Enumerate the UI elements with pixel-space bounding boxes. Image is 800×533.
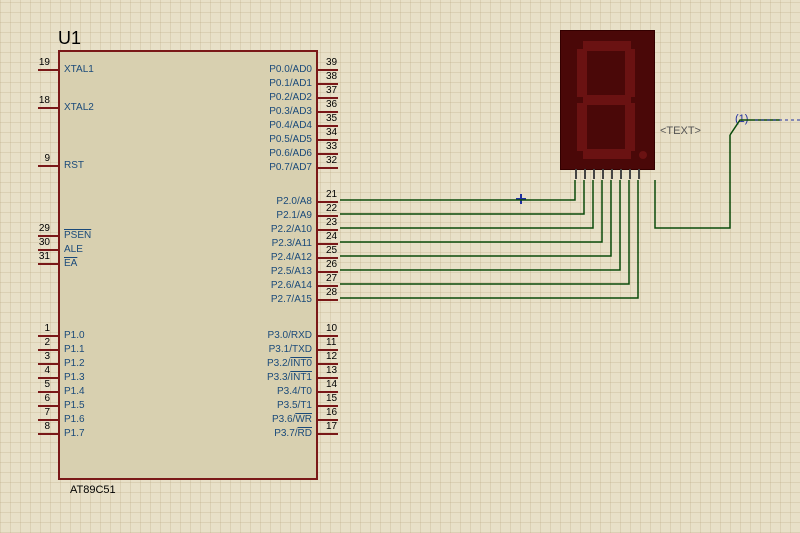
display-pin-1 (584, 169, 586, 179)
display-pin-6 (629, 169, 631, 179)
segment-b (625, 49, 635, 97)
segment-f (577, 49, 587, 97)
display-pin-3 (602, 169, 604, 179)
component-part: AT89C51 (70, 484, 116, 496)
segment-a (583, 41, 631, 51)
segment-dp (639, 151, 647, 159)
segment-c (625, 103, 635, 151)
probe-label: (1) (735, 113, 748, 125)
display-pin-0 (575, 169, 577, 179)
wire-p2-7 (340, 180, 638, 298)
display-text-placeholder: <TEXT> (660, 125, 701, 137)
seven-segment-display (560, 30, 655, 170)
segment-d (583, 149, 631, 159)
wire-p2-5 (340, 180, 620, 270)
wire-p2-3 (340, 180, 602, 242)
component-ref: U1 (58, 28, 81, 49)
segment-g (583, 95, 631, 105)
display-pin-2 (593, 169, 595, 179)
wire-p2-6 (340, 180, 629, 284)
ic-body: 19XTAL118XTAL29RST29PSEN30ALE31EA1P1.02P… (58, 50, 318, 480)
segment-e (577, 103, 587, 151)
wire-p2-4 (340, 180, 611, 256)
display-pin-7 (638, 169, 640, 179)
probe-connect (655, 135, 730, 228)
wire-p2-1 (340, 180, 584, 214)
display-pin-5 (620, 169, 622, 179)
cursor-marker (516, 194, 526, 204)
display-pin-4 (611, 169, 613, 179)
wire-p2-2 (340, 180, 593, 228)
wire-p2-0 (340, 180, 575, 200)
